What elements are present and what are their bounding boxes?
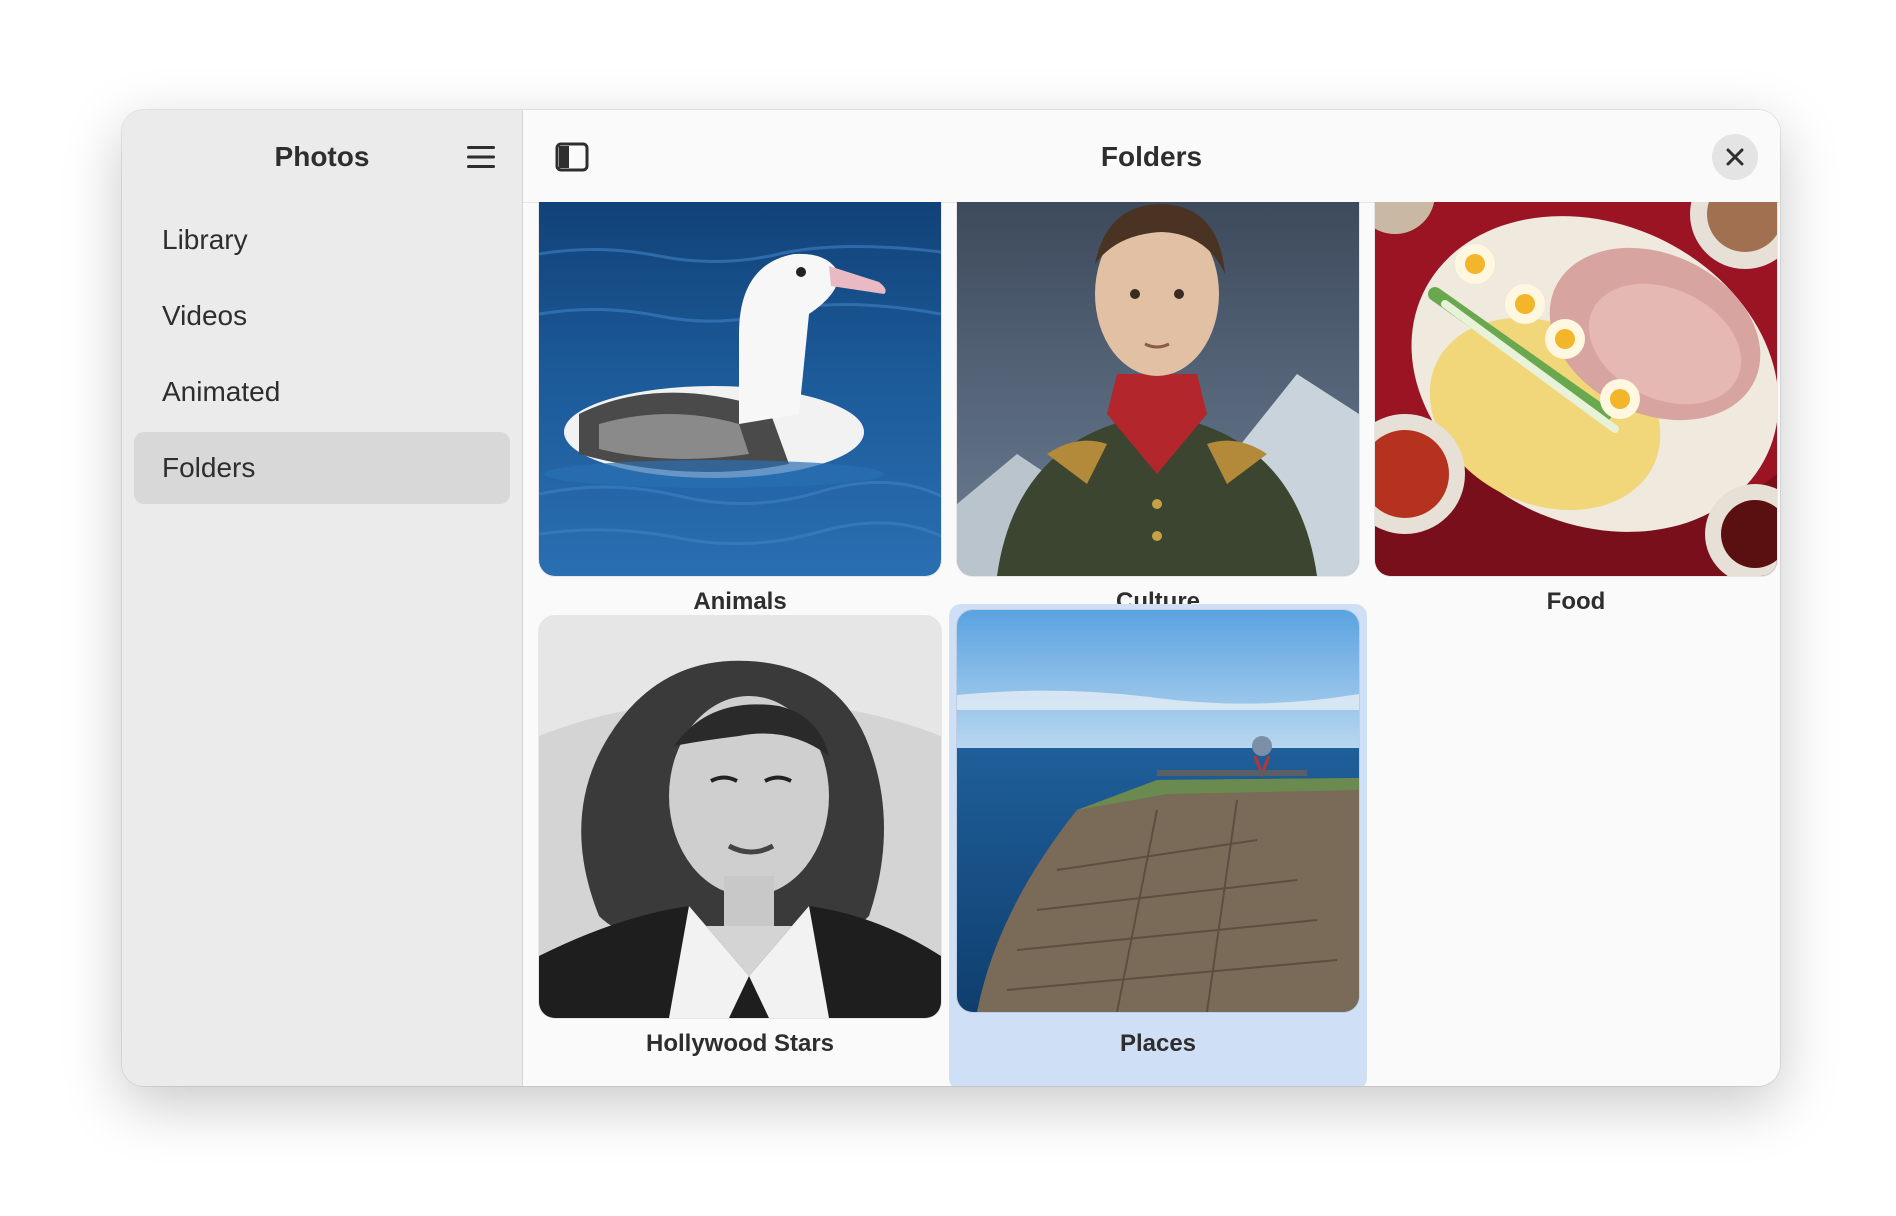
sidebar-item-videos[interactable]: Videos xyxy=(134,280,510,352)
sidebar-item-animated[interactable]: Animated xyxy=(134,356,510,428)
close-icon xyxy=(1726,148,1744,166)
sidebar-nav: Library Videos Animated Folders xyxy=(122,204,522,504)
folder-tile-animals[interactable]: Animals xyxy=(531,202,949,634)
folder-tile-hollywood-stars[interactable]: Hollywood Stars xyxy=(531,610,949,1086)
header-bar: Folders xyxy=(523,110,1780,203)
folder-thumbnail xyxy=(1375,202,1777,576)
folder-thumbnail xyxy=(957,610,1359,1012)
folder-label: Hollywood Stars xyxy=(645,1030,835,1057)
folder-tile-culture[interactable]: Culture xyxy=(949,202,1367,634)
folder-thumbnail xyxy=(539,616,941,1018)
folder-tile-places[interactable]: Places xyxy=(949,604,1367,1086)
portrait-painting-image xyxy=(957,202,1359,576)
page-title: Folders xyxy=(1100,141,1203,172)
folder-thumbnail xyxy=(957,202,1359,576)
folder-label: Places xyxy=(1119,1030,1197,1057)
folder-tile-food[interactable]: Food xyxy=(1367,202,1780,634)
hamburger-menu-icon xyxy=(467,146,495,168)
main-content: Folders Animals Culture Food Hollywood S… xyxy=(523,110,1780,1086)
black-and-white-portrait-image xyxy=(539,616,941,1018)
folder-label: Food xyxy=(1546,588,1606,615)
sidebar-header: Photos xyxy=(122,110,522,204)
albatross-image xyxy=(539,202,941,576)
sidebar: Photos Library Videos Animated Folders xyxy=(122,110,523,1086)
sea-cliff-image xyxy=(957,610,1359,1012)
main-menu-button[interactable] xyxy=(454,130,508,184)
food-platter-image xyxy=(1375,202,1777,576)
close-button[interactable] xyxy=(1712,134,1758,180)
sidebar-item-library[interactable]: Library xyxy=(134,204,510,276)
folder-thumbnail xyxy=(539,202,941,576)
sidebar-item-folders[interactable]: Folders xyxy=(134,432,510,504)
photos-window: Photos Library Videos Animated Folders F… xyxy=(122,110,1780,1086)
folder-grid: Animals Culture Food Hollywood Stars Pla… xyxy=(523,202,1780,1086)
